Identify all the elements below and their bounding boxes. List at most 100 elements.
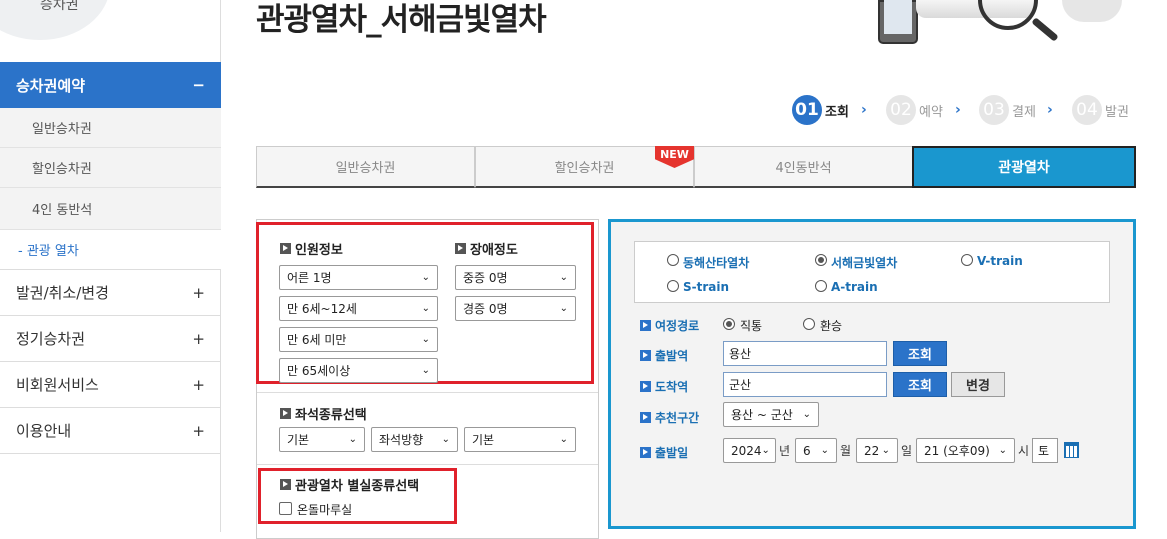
child-count-select[interactable]: 만 6세~12세 ⌄ [279, 296, 438, 321]
chevron-down-icon: ⌄ [820, 445, 829, 456]
month-select[interactable]: 6 ⌄ [795, 438, 837, 463]
infant-count-select[interactable]: 만 6세 미만 ⌄ [279, 327, 438, 352]
departure-station-input[interactable]: 용산 [723, 341, 887, 366]
section-title-text: 장애정도 [470, 243, 518, 258]
train-radio-vtrain[interactable] [961, 254, 973, 266]
step-label: 결제 [1012, 104, 1036, 120]
select-value: 2024 [731, 443, 762, 458]
select-value: 좌석방향 [379, 433, 424, 447]
route-type-label: 여정경로 [640, 317, 699, 334]
departure-date-label: 출발일 [640, 444, 688, 461]
tab-four-companion[interactable]: 4인동반석 [694, 146, 913, 188]
nav-section-label: 비회원서비스 [16, 376, 99, 394]
expand-icon: + [192, 421, 205, 440]
ondol-room-checkbox[interactable] [279, 502, 292, 515]
chevron-down-icon: ⌄ [421, 303, 430, 314]
section-title-text: 좌석종류선택 [295, 408, 367, 423]
route-direct-radio[interactable] [723, 318, 735, 330]
seat-section-title: 좌석종류선택 [280, 404, 367, 423]
collapse-icon: − [192, 76, 205, 94]
chevron-down-icon: ⌄ [421, 365, 430, 376]
chevron-down-icon: ⌄ [802, 409, 811, 420]
train-radio-donghae[interactable] [667, 254, 679, 266]
nav-section-label: 승차권예약 [16, 76, 86, 95]
select-value: 기본 [287, 433, 310, 447]
page-title: 관광열차_서해금빛열차 [256, 2, 547, 38]
select-value: 어른 1명 [287, 271, 332, 285]
train-label: A-train [831, 280, 878, 294]
arrow-bullet-icon [640, 412, 651, 423]
nav-section-label: 이용안내 [16, 422, 72, 440]
seat-direction-select[interactable]: 좌석방향 ⌄ [371, 427, 458, 452]
nav-section-season-ticket[interactable]: 정기승차권 + [0, 316, 221, 362]
step-issue: 04 발권 [1072, 95, 1129, 125]
train-radio-atrain[interactable] [815, 280, 827, 292]
row-label-text: 출발역 [655, 349, 689, 363]
passenger-section-title: 인원정보 [280, 239, 343, 258]
sidebar-item-discount-ticket[interactable]: 할인승차권 [0, 148, 221, 188]
chevron-down-icon: ⌄ [441, 434, 450, 445]
train-radio-seohae[interactable] [815, 254, 827, 266]
select-value: 중증 0명 [463, 271, 508, 285]
day-unit: 일 [901, 444, 913, 458]
section-title-text: 관광열차 별실종류선택 [295, 479, 420, 494]
hour-select[interactable]: 21 (오후09) ⌄ [916, 438, 1015, 463]
step-arrow-icon: › [955, 102, 961, 118]
chevron-down-icon: ⌄ [559, 434, 568, 445]
year-select[interactable]: 2024 ⌄ [723, 438, 776, 463]
departure-search-button[interactable]: 조회 [893, 341, 947, 366]
step-payment: 03 결제 [979, 95, 1036, 125]
calendar-icon[interactable] [1064, 442, 1079, 458]
sidebar-item-four-companion[interactable]: 4인 동반석 [0, 188, 221, 230]
arrival-search-button[interactable]: 조회 [893, 372, 947, 397]
train-radio-strain[interactable] [667, 280, 679, 292]
senior-count-select[interactable]: 만 65세이상 ⌄ [279, 358, 438, 383]
nav-section-ticketing[interactable]: 발권/취소/변경 + [0, 270, 221, 316]
year-unit: 년 [779, 444, 791, 458]
step-number: 02 [886, 95, 916, 125]
train-label: S-train [683, 280, 730, 294]
arrow-bullet-icon [640, 447, 651, 458]
step-number: 01 [792, 95, 822, 125]
step-label: 조회 [825, 104, 849, 120]
sidebar-item-general-ticket[interactable]: 일반승차권 [0, 108, 221, 148]
sidebar-item-label: 일반승차권 [32, 122, 92, 137]
nav-section-reservation[interactable]: 승차권예약 − [0, 62, 221, 108]
row-label-text: 출발일 [655, 446, 689, 460]
recommend-route-select[interactable]: 용산 ~ 군산 ⌄ [723, 402, 819, 427]
chevron-down-icon: ⌄ [881, 445, 890, 456]
mild-disability-select[interactable]: 경증 0명 ⌄ [455, 296, 576, 321]
route-option-label: 직통 [740, 319, 763, 333]
nav-section-guide[interactable]: 이용안내 + [0, 408, 221, 454]
select-value: 경증 0명 [463, 302, 508, 316]
seat-type-select[interactable]: 기본 ⌄ [279, 427, 365, 452]
nav-section-guest-service[interactable]: 비회원서비스 + [0, 362, 221, 408]
phone-screen-illustration [884, 0, 912, 34]
day-select[interactable]: 22 ⌄ [856, 438, 898, 463]
step-arrow-icon: › [1047, 102, 1053, 118]
arrow-bullet-icon [640, 350, 651, 361]
nav-section-label: 정기승차권 [16, 330, 86, 348]
severe-disability-select[interactable]: 중증 0명 ⌄ [455, 265, 576, 290]
arrow-bullet-icon [280, 408, 291, 419]
train-label: 동해산타열차 [683, 256, 750, 270]
tab-tour-train[interactable]: 관광열차 [912, 146, 1136, 188]
magnifier-handle-icon [1031, 17, 1059, 42]
departure-label: 출발역 [640, 347, 688, 364]
chevron-down-icon: ⌄ [559, 272, 568, 283]
logo-text: 승차권 [40, 0, 79, 13]
swap-stations-button[interactable]: 변경 [951, 372, 1005, 397]
chevron-down-icon: ⌄ [761, 445, 770, 456]
arrival-station-input[interactable]: 군산 [723, 372, 887, 397]
tab-general-ticket[interactable]: 일반승차권 [256, 146, 475, 188]
train-label: V-train [977, 254, 1023, 268]
adult-count-select[interactable]: 어른 1명 ⌄ [279, 265, 438, 290]
seat-position-select[interactable]: 기본 ⌄ [464, 427, 576, 452]
row-label-text: 도착역 [655, 380, 689, 394]
sidebar-item-tour-train[interactable]: - 관광 열차 [0, 230, 221, 270]
chevron-down-icon: ⌄ [421, 334, 430, 345]
arrow-bullet-icon [640, 320, 651, 331]
select-value: 만 6세~12세 [287, 302, 357, 316]
route-transfer-radio[interactable] [803, 318, 815, 330]
select-value: 만 6세 미만 [287, 333, 347, 347]
